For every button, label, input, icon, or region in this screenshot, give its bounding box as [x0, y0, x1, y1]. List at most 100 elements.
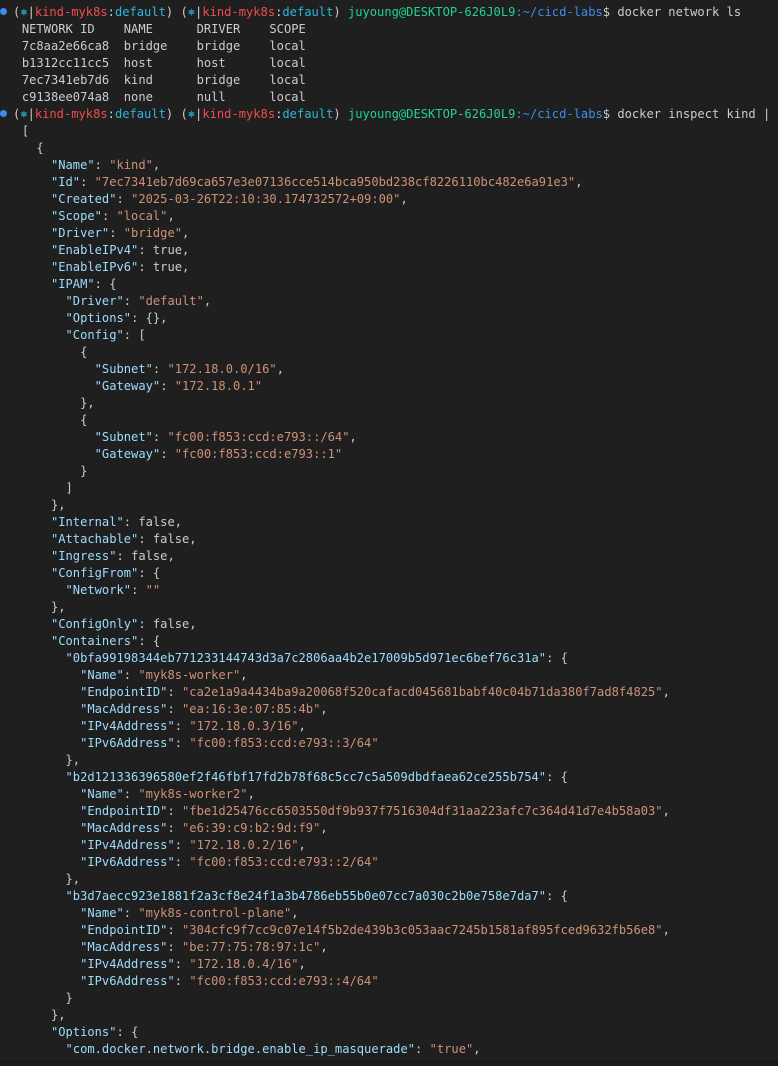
json-line: "IPv4Address": "172.18.0.2/16",	[0, 837, 778, 854]
json-line: },	[0, 599, 778, 616]
json-key: "Id"	[50, 175, 81, 189]
json-key: "EndpointID"	[80, 685, 168, 699]
json-colon: :	[138, 260, 153, 274]
json-comma: ,	[298, 719, 306, 733]
json-key: "EndpointID"	[80, 923, 168, 937]
json-comma: ,	[400, 192, 408, 206]
json-line: "Attachable": false,	[0, 531, 778, 548]
json-key: "Gateway"	[94, 447, 161, 461]
json-punct: },	[65, 872, 81, 886]
prompt-path: :~/cicd-labs	[515, 5, 603, 19]
json-key: "Options"	[50, 1025, 117, 1039]
json-line: {	[0, 344, 778, 361]
prompt-separator: |	[27, 5, 35, 19]
json-literal: {	[560, 889, 568, 903]
json-key: "Gateway"	[94, 379, 161, 393]
json-line: "MacAddress": "e6:39:c9:b2:9d:f9",	[0, 820, 778, 837]
json-key: "Ingress"	[50, 549, 117, 563]
json-colon: :	[116, 1025, 132, 1039]
json-punct: }	[80, 464, 88, 478]
json-colon: :	[80, 175, 95, 189]
json-colon: :	[138, 532, 153, 546]
json-line: "0bfa99198344eb771233144743d3a7c2806aa4b…	[0, 650, 778, 667]
json-colon: :	[131, 583, 146, 597]
json-line: "IPv4Address": "172.18.0.3/16",	[0, 718, 778, 735]
json-punct: }	[65, 991, 73, 1005]
json-line: "EndpointID": "ca2e1a9a4434ba9a20068f520…	[0, 684, 778, 701]
json-string: "ea:16:3e:07:85:4b"	[182, 702, 321, 716]
json-colon: :	[101, 209, 117, 223]
json-colon: :	[94, 158, 110, 172]
prompt-path: :~/cicd-labs	[515, 107, 603, 121]
table-row: c9138ee074a8 none null local	[0, 89, 778, 106]
network-table-header: NETWORK ID NAME DRIVER SCOPE	[0, 21, 778, 38]
json-line: "Subnet": "172.18.0.0/16",	[0, 361, 778, 378]
json-colon: :	[123, 906, 139, 920]
json-literal: {	[560, 770, 568, 784]
json-punct: },	[50, 1008, 66, 1022]
json-string: "local"	[116, 209, 168, 223]
terminal-output[interactable]: (⎈|kind-myk8s:default) (⎈|kind-myk8s:def…	[0, 4, 778, 1058]
json-punct: ]	[65, 481, 73, 495]
json-line: {	[0, 412, 778, 429]
json-key: "Name"	[80, 668, 124, 682]
json-string: "fc00:f853:ccd:e793::4/64"	[189, 974, 379, 988]
kubernetes-helm-icon: ⎈	[187, 107, 196, 121]
json-comma: ,	[662, 685, 670, 699]
json-line: "Scope": "local",	[0, 208, 778, 225]
json-line: "Config": [	[0, 327, 778, 344]
json-comma: ,	[298, 957, 306, 971]
json-string: "bridge"	[123, 226, 183, 240]
json-line: "Name": "kind",	[0, 157, 778, 174]
prompt-status-dot-icon	[0, 8, 7, 15]
json-line: "Options": {},	[0, 310, 778, 327]
table-cell: null	[196, 90, 270, 104]
json-line: [	[0, 123, 778, 140]
json-comma: ,	[247, 787, 255, 801]
json-line: "Subnet": "fc00:f853:ccd:e793::/64",	[0, 429, 778, 446]
json-line: "ConfigFrom": {	[0, 565, 778, 582]
json-colon: :	[116, 192, 132, 206]
table-cell: 7ec7341eb7d6	[21, 73, 124, 87]
prompt-user-host: juyoung@DESKTOP-626J0L9	[347, 5, 516, 19]
json-line: "Name": "myk8s-worker",	[0, 667, 778, 684]
json-line: }	[0, 463, 778, 480]
json-string: "172.18.0.4/16"	[189, 957, 299, 971]
json-key: "EnableIPv6"	[50, 260, 139, 274]
json-key: "IPv4Address"	[80, 838, 175, 852]
json-key: "Scope"	[50, 209, 102, 223]
json-line: "IPv6Address": "fc00:f853:ccd:e793::2/64…	[0, 854, 778, 871]
table-cell: b1312cc11cc5	[21, 56, 124, 70]
table-cell: bridge	[123, 39, 197, 53]
json-literal: [	[138, 328, 146, 342]
table-cell: c9138ee074a8	[21, 90, 124, 104]
json-colon: :	[167, 821, 183, 835]
json-line: "Driver": "bridge",	[0, 225, 778, 242]
prompt-paren: )	[165, 107, 181, 121]
json-line: "Ingress": false,	[0, 548, 778, 565]
table-header-cell: NAME	[123, 22, 197, 36]
prompt-paren: (	[180, 5, 188, 19]
kubernetes-helm-icon: ⎈	[187, 5, 196, 19]
